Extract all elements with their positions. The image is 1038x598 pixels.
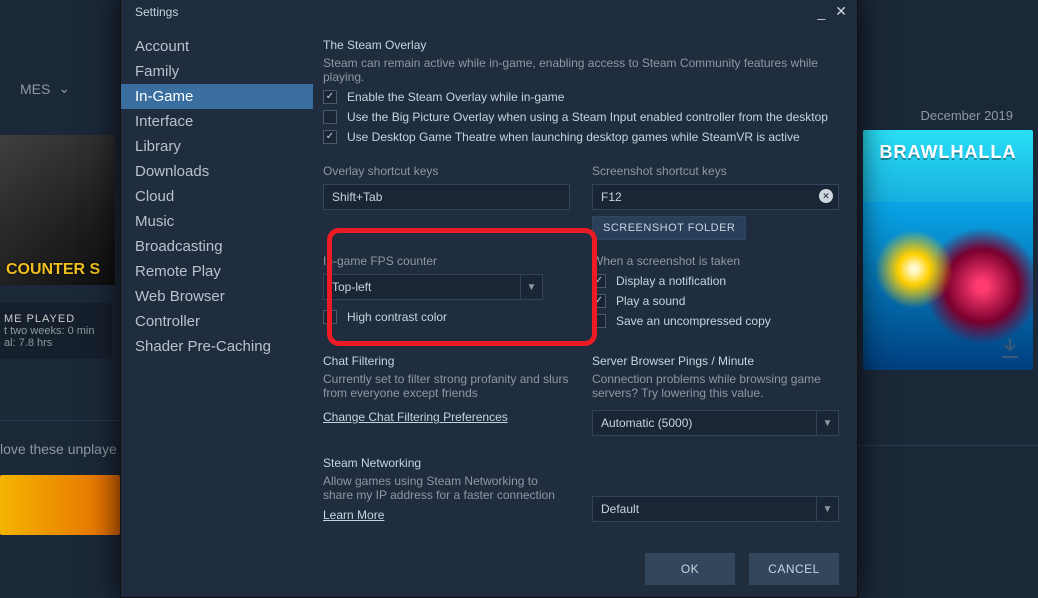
- sidebar-item-controller[interactable]: Controller: [121, 309, 313, 334]
- checkbox-label: Play a sound: [616, 294, 685, 308]
- screenshot-folder-button[interactable]: SCREENSHOT FOLDER: [592, 216, 746, 240]
- steam-networking-title: Steam Networking: [323, 456, 570, 470]
- server-pings-select[interactable]: Automatic (5000) ▼: [592, 410, 839, 436]
- steam-networking-select[interactable]: Default ▼: [592, 496, 839, 522]
- play-stats: ME PLAYED t two weeks: 0 min al: 7.8 hrs: [0, 303, 112, 359]
- chevron-down-icon: ▼: [816, 411, 838, 435]
- clear-icon[interactable]: ✕: [819, 189, 833, 203]
- sidebar-item-music[interactable]: Music: [121, 209, 313, 234]
- learn-more-link[interactable]: Learn More: [323, 508, 384, 522]
- checkbox-play-sound[interactable]: [592, 294, 606, 308]
- fps-counter-label: In-game FPS counter: [323, 254, 570, 268]
- close-button[interactable]: ✕: [835, 3, 847, 20]
- chat-filtering-title: Chat Filtering: [323, 354, 570, 368]
- chevron-down-icon: ▼: [520, 275, 542, 299]
- checkbox-label: Use Desktop Game Theatre when launching …: [347, 130, 800, 144]
- chat-filtering-desc: Currently set to filter strong profanity…: [323, 372, 570, 400]
- nav-mes: MES ⌄: [0, 80, 70, 97]
- checkbox-uncompressed-copy[interactable]: [592, 314, 606, 328]
- checkbox-label: High contrast color: [347, 310, 447, 324]
- checkbox-high-contrast[interactable]: [323, 310, 337, 324]
- screenshot-taken-label: When a screenshot is taken: [592, 254, 839, 268]
- sidebar-item-remote-play[interactable]: Remote Play: [121, 259, 313, 284]
- play-stats-line: al: 7.8 hrs: [4, 337, 102, 349]
- screenshot-keys-input[interactable]: [592, 184, 839, 210]
- checkbox-label: Display a notification: [616, 274, 726, 288]
- cancel-button[interactable]: CANCEL: [749, 553, 839, 585]
- checkbox-label: Save an uncompressed copy: [616, 314, 771, 328]
- server-pings-title: Server Browser Pings / Minute: [592, 354, 839, 368]
- game-tile-csgo[interactable]: COUNTER S: [0, 135, 115, 285]
- game-thumb[interactable]: [0, 475, 120, 535]
- play-stats-line: t two weeks: 0 min: [4, 325, 102, 337]
- sidebar-item-downloads[interactable]: Downloads: [121, 159, 313, 184]
- chat-filtering-link[interactable]: Change Chat Filtering Preferences: [323, 410, 508, 424]
- sidebar-item-broadcasting[interactable]: Broadcasting: [121, 234, 313, 259]
- chevron-down-icon: ⌄: [58, 80, 70, 97]
- fps-counter-value: Top-left: [332, 280, 371, 294]
- steam-networking-value: Default: [601, 502, 639, 516]
- screenshot-keys-label: Screenshot shortcut keys: [592, 164, 839, 178]
- settings-sidebar: Account Family In-Game Interface Library…: [121, 26, 313, 541]
- download-icon[interactable]: [997, 333, 1023, 363]
- checkbox-enable-overlay[interactable]: [323, 90, 337, 104]
- sidebar-item-library[interactable]: Library: [121, 134, 313, 159]
- release-date: December 2019: [921, 108, 1014, 123]
- ok-button[interactable]: OK: [645, 553, 735, 585]
- sidebar-item-web-browser[interactable]: Web Browser: [121, 284, 313, 309]
- checkbox-label: Use the Big Picture Overlay when using a…: [347, 110, 828, 124]
- sidebar-item-interface[interactable]: Interface: [121, 109, 313, 134]
- steam-networking-desc: Allow games using Steam Networking to sh…: [323, 474, 570, 502]
- play-next-text: love these unplaye: [0, 420, 130, 457]
- sidebar-item-shader-pre-caching[interactable]: Shader Pre-Caching: [121, 334, 313, 359]
- checkbox-big-picture-overlay[interactable]: [323, 110, 337, 124]
- sidebar-item-family[interactable]: Family: [121, 59, 313, 84]
- checkbox-desktop-game-theatre[interactable]: [323, 130, 337, 144]
- fps-counter-select[interactable]: Top-left ▼: [323, 274, 543, 300]
- overlay-keys-label: Overlay shortcut keys: [323, 164, 570, 178]
- sidebar-item-cloud[interactable]: Cloud: [121, 184, 313, 209]
- chevron-down-icon: ▼: [816, 497, 838, 521]
- overlay-title: The Steam Overlay: [323, 38, 839, 52]
- server-pings-desc: Connection problems while browsing game …: [592, 372, 839, 400]
- sidebar-item-account[interactable]: Account: [121, 34, 313, 59]
- window-title: Settings: [135, 5, 178, 19]
- checkbox-display-notification[interactable]: [592, 274, 606, 288]
- overlay-keys-input[interactable]: [323, 184, 570, 210]
- overlay-desc: Steam can remain active while in-game, e…: [323, 56, 839, 84]
- settings-content: The Steam Overlay Steam can remain activ…: [313, 26, 857, 541]
- server-pings-value: Automatic (5000): [601, 416, 692, 430]
- game-tile-label: COUNTER S: [0, 255, 106, 285]
- settings-window: Settings _ ✕ Account Family In-Game Inte…: [120, 0, 858, 598]
- titlebar: Settings _ ✕: [121, 0, 857, 26]
- game-tile-label: BRAWLHALLA: [880, 142, 1017, 163]
- minimize-button[interactable]: _: [817, 4, 825, 20]
- play-stats-head: ME PLAYED: [4, 313, 102, 325]
- sidebar-item-in-game[interactable]: In-Game: [121, 84, 313, 109]
- checkbox-label: Enable the Steam Overlay while in-game: [347, 90, 564, 104]
- dialog-footer: OK CANCEL: [121, 541, 857, 597]
